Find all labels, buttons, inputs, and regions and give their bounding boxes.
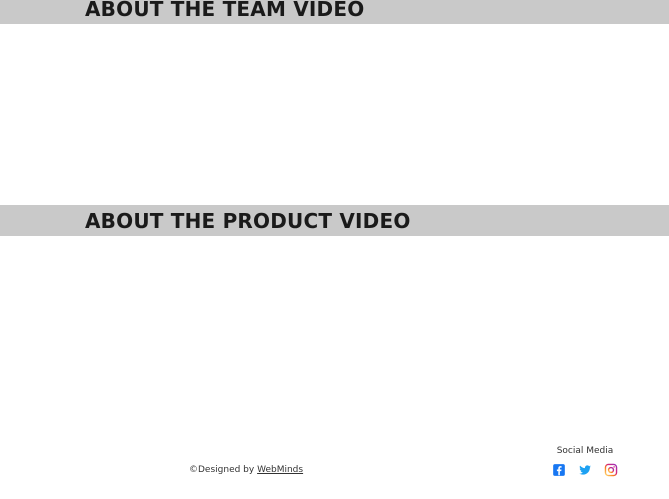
page: ABOUT THE TEAM VIDEO ABOUT THE PRODUCT V… [0,0,669,499]
team-video-title: ABOUT THE TEAM VIDEO [85,0,365,21]
footer-credit: ©Designed by WebMinds [189,465,303,475]
social-icons-row [552,463,618,477]
facebook-icon[interactable] [552,463,566,477]
instagram-icon[interactable] [604,463,618,477]
footer-credit-prefix: ©Designed by [189,465,258,475]
social-media-heading: Social Media [556,446,614,456]
twitter-icon[interactable] [578,463,592,477]
social-media-block: Social Media [547,446,623,477]
team-video-section-header: ABOUT THE TEAM VIDEO [0,0,669,24]
product-video-title: ABOUT THE PRODUCT VIDEO [85,208,411,233]
webminds-link[interactable]: WebMinds [257,465,303,475]
product-video-section-header: ABOUT THE PRODUCT VIDEO [0,205,669,236]
